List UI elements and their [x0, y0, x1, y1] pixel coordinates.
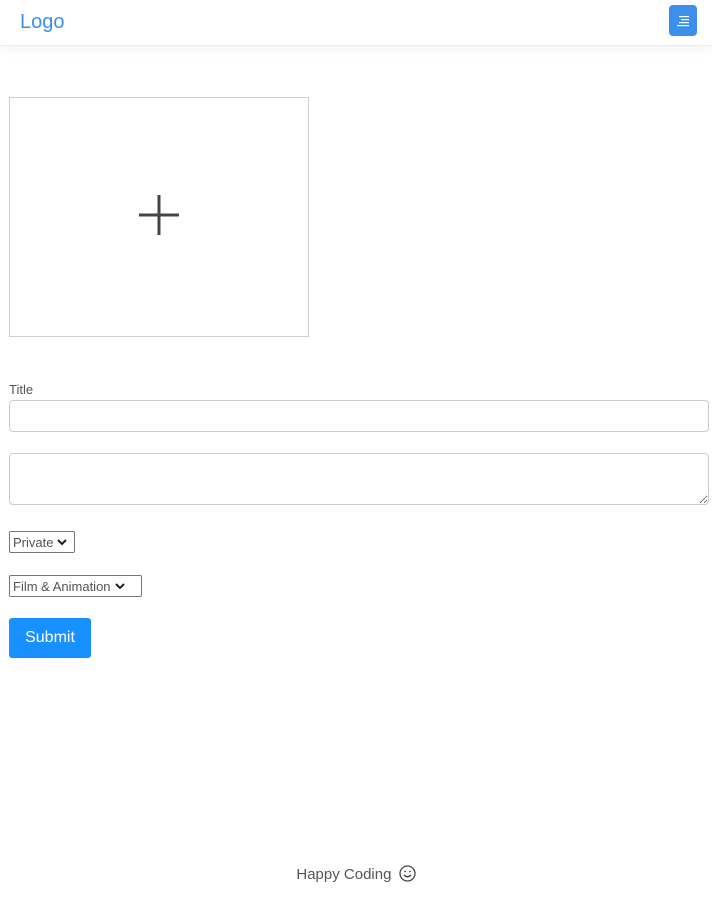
chevron-down-icon	[114, 582, 125, 590]
menu-icon	[676, 15, 690, 27]
category-select-value: Film & Animation	[13, 578, 111, 594]
privacy-select-value: Private	[13, 534, 54, 550]
navbar: Logo	[0, 0, 712, 46]
menu-button[interactable]	[669, 5, 697, 36]
submit-button[interactable]: Submit	[9, 618, 91, 658]
smile-icon	[398, 865, 416, 889]
plus-icon	[139, 194, 179, 240]
footer-text: Happy Coding	[296, 866, 392, 883]
description-textarea[interactable]	[9, 453, 709, 505]
chevron-down-icon	[57, 538, 68, 546]
category-select[interactable]: Film & Animation	[9, 575, 142, 597]
logo-link[interactable]: Logo	[20, 10, 65, 34]
privacy-select[interactable]: Private	[9, 531, 75, 553]
title-input[interactable]	[9, 400, 709, 432]
title-label: Title	[9, 382, 34, 397]
footer: Happy Coding	[0, 864, 712, 889]
thumbnail-upload-area[interactable]	[9, 97, 309, 337]
